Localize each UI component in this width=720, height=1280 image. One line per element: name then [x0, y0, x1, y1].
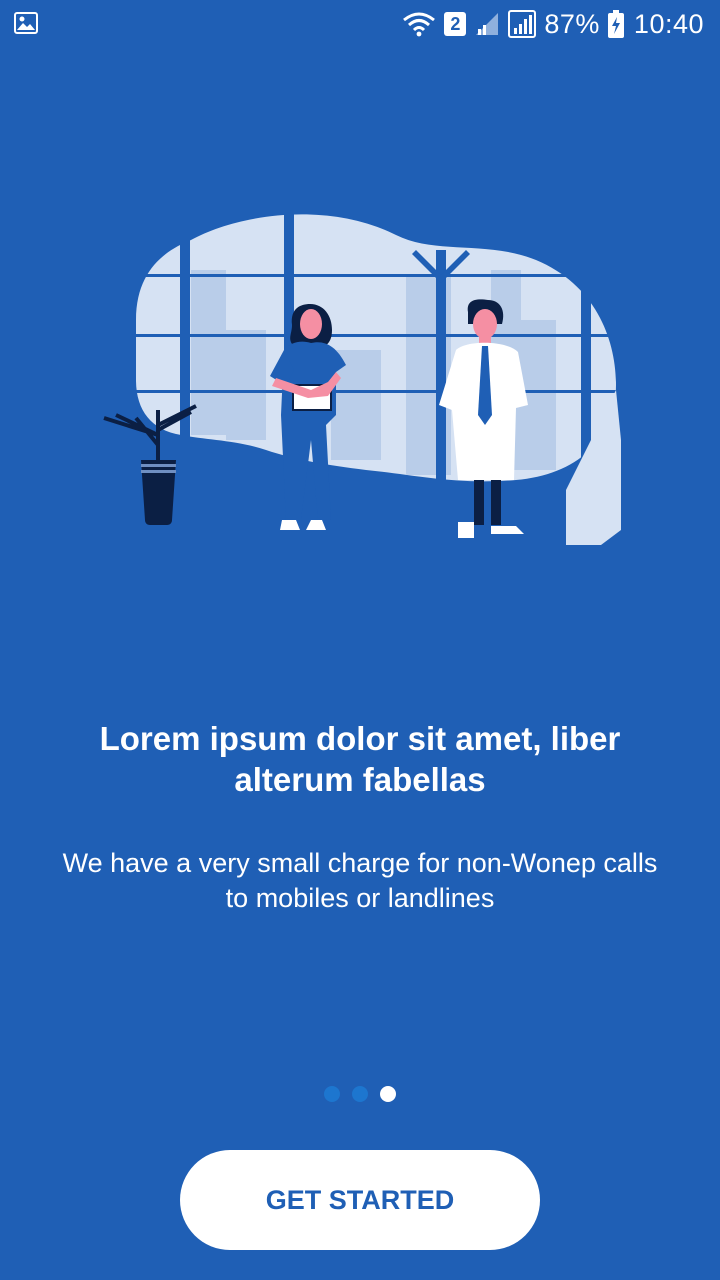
battery-percent: 87% [544, 8, 600, 39]
sim-badge-label: 2 [450, 13, 461, 34]
doctors-illustration [103, 200, 621, 545]
status-right: 2 87% 10:40 [402, 6, 704, 42]
signal-icon [476, 13, 499, 35]
clock-time: 10:40 [633, 8, 704, 39]
battery-icon [607, 10, 624, 38]
onboarding-title: Lorem ipsum dolor sit amet, liber alteru… [99, 720, 621, 798]
signal-icon-2 [508, 10, 537, 38]
status-bar: 2 87% 10:40 [0, 0, 720, 48]
page-indicator [0, 1086, 720, 1102]
page-dot-3-active[interactable] [380, 1086, 396, 1102]
get-started-button[interactable]: GET STARTED [180, 1150, 540, 1250]
page-dot-2[interactable] [352, 1086, 368, 1102]
onboarding-description: We have a very small charge for non-Wone… [62, 848, 658, 913]
wifi-icon [403, 12, 436, 37]
gallery-icon [14, 12, 38, 34]
sim-badge: 2 [444, 12, 467, 36]
page-dot-1[interactable] [324, 1086, 340, 1102]
onboarding-screen: 2 87% 10:40 Lorem ipsum dolor sit amet, … [0, 0, 720, 1280]
